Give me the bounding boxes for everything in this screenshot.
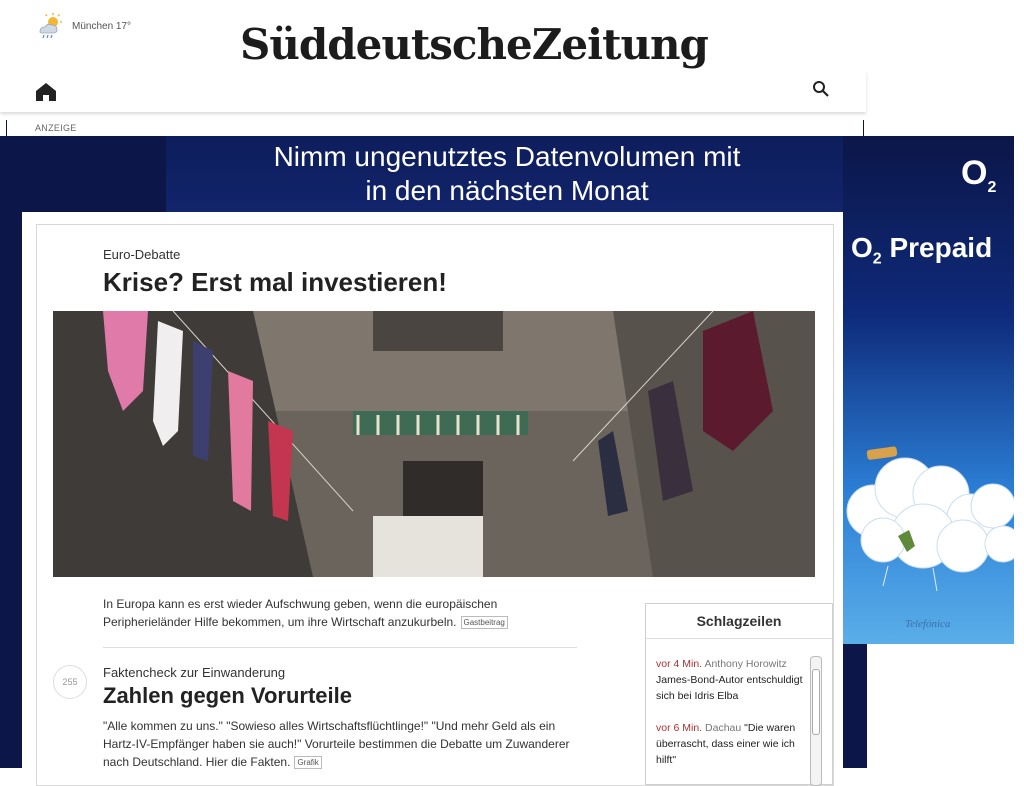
ad-wallpaper-left[interactable] <box>0 212 22 768</box>
weather-widget[interactable]: München 17° <box>36 12 131 40</box>
article-kicker[interactable]: Faktencheck zur Einwanderung <box>103 665 285 680</box>
article-tag: Grafik <box>294 756 322 770</box>
news-source: Dachau <box>705 722 742 734</box>
ad-headline[interactable]: Nimm ungenutztes Datenvolumen mit in den… <box>166 136 848 212</box>
nav-bar <box>0 70 866 112</box>
article-teaser[interactable]: "Alle kommen zu uns." "Sowieso alles Wir… <box>103 717 573 771</box>
weather-text: München 17° <box>72 20 132 32</box>
article-teaser-text: "Alle kommen zu uns." "Sowieso alles Wir… <box>103 719 570 769</box>
ad-headline-line2: in den nächsten Monat <box>365 175 649 206</box>
headlines-box-title: Schlagzeilen <box>646 604 832 639</box>
news-time: vor 6 Min. <box>656 722 703 734</box>
article-tag: Gastbeitrag <box>460 616 508 630</box>
article-image[interactable] <box>53 311 815 577</box>
telefonica-logo: Telefónica <box>905 618 951 630</box>
article-title[interactable]: Krise? Erst mal investieren! <box>103 267 447 298</box>
article-teaser[interactable]: In Europa kann es erst wieder Aufschwung… <box>103 595 543 631</box>
o2-logo-letter: O <box>961 154 988 192</box>
ad-product-name: O2 Prepaid <box>851 232 992 269</box>
ad-wallpaper-right[interactable] <box>843 644 867 768</box>
product-name-text: Prepaid <box>881 232 993 263</box>
home-icon[interactable] <box>35 82 57 106</box>
scrollbar-thumb[interactable] <box>812 669 820 735</box>
headlines-box: Schlagzeilen vor 4 Min. Anthony Horowitz… <box>645 603 833 786</box>
article-title[interactable]: Zahlen gegen Vorurteile <box>103 683 352 709</box>
headlines-scrollbar[interactable] <box>810 656 822 786</box>
article-teaser-text: In Europa kann es erst wieder Aufschwung… <box>103 597 498 629</box>
news-time: vor 4 Min. <box>656 658 703 670</box>
article-card: Euro-Debatte Krise? Erst mal investieren… <box>36 224 834 786</box>
news-text: James-Bond-Autor entschuldigt sich bei I… <box>656 674 803 702</box>
search-icon[interactable] <box>812 80 830 102</box>
site-logo[interactable]: SüddeutscheZeitung <box>240 20 709 70</box>
sun-cloud-rain-icon <box>39 13 62 39</box>
news-source: Anthony Horowitz <box>704 658 787 670</box>
o2-logo: O2 <box>961 154 996 197</box>
o2-logo-sub: 2 <box>987 178 997 196</box>
ad-label: ANZEIGE <box>35 123 77 133</box>
article-kicker[interactable]: Euro-Debatte <box>103 247 180 262</box>
ad-label-strip: ANZEIGE <box>6 120 864 136</box>
product-sub: 2 <box>872 250 882 268</box>
news-item[interactable]: vor 6 Min. Dachau "Die waren überrascht,… <box>656 720 808 768</box>
product-letter: O <box>851 232 873 263</box>
comment-count-badge[interactable]: 255 <box>53 665 87 699</box>
cloud-illustration <box>846 446 1014 592</box>
ad-headline-line1: Nimm ungenutztes Datenvolumen mit <box>273 141 741 172</box>
news-item[interactable]: vor 4 Min. Anthony Horowitz James-Bond-A… <box>656 656 808 704</box>
ad-skyscraper[interactable]: O2 O2 Prepaid Telefónica <box>843 136 1014 644</box>
divider <box>103 647 577 648</box>
main-content: Euro-Debatte Krise? Erst mal investieren… <box>22 212 843 786</box>
